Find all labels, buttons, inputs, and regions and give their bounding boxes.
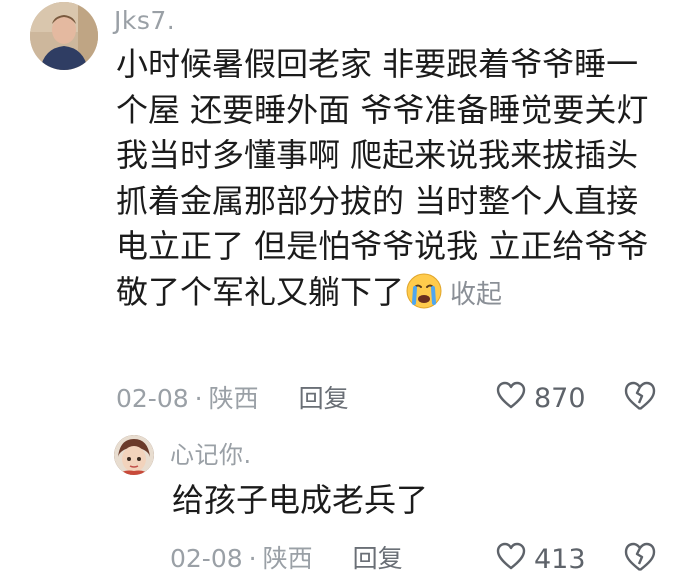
reply-date: 02-08 (170, 544, 243, 573)
reply-like-count: 413 (534, 544, 586, 575)
like-button[interactable]: 870 (496, 381, 586, 416)
comment-username[interactable]: Jks7. (114, 6, 175, 36)
heart-icon (496, 381, 526, 416)
comment-line: 抓着金属那部分拔的 当时整个人直接 (116, 181, 639, 220)
reply-button[interactable]: 回复 (299, 384, 349, 413)
broken-heart-dislike-icon[interactable] (624, 381, 656, 415)
comment-line: 小时候暑假回老家 非要跟着爷爷睡一 (116, 45, 639, 83)
comment-date: 02-08 (116, 384, 189, 413)
like-count: 870 (534, 383, 586, 414)
collapse-button[interactable]: 收起 (450, 280, 502, 310)
comment-meta: 02-08 · 陕西 回复 (116, 384, 349, 414)
separator-dot: · (194, 384, 203, 413)
reply-reply-button[interactable]: 回复 (353, 544, 403, 573)
comment-line: 电立正了 但是怕爷爷说我 立正给爷爷 (116, 227, 649, 265)
comment-line: 我当时多懂事啊 爬起来说我来拔插头 (116, 136, 639, 174)
comment-line: 个屋 还要睡外面 爷爷准备睡觉要关灯 (116, 90, 649, 129)
reply-avatar[interactable] (114, 435, 154, 475)
broken-heart-dislike-icon[interactable] (624, 542, 656, 576)
reply-meta: 02-08 · 陕西 回复 (170, 544, 403, 574)
avatar[interactable] (30, 2, 98, 70)
comment-text: 小时候暑假回老家 非要跟着爷爷睡一 个屋 还要睡外面 爷爷准备睡觉要关灯 我当时… (116, 42, 676, 315)
reply-location: 陕西 (262, 544, 313, 573)
heart-icon (496, 542, 526, 577)
comment-line: 敬了个军礼又躺下了 (116, 272, 405, 311)
reply-like-button[interactable]: 413 (496, 542, 586, 577)
separator-dot: · (248, 544, 257, 573)
reply-text: 给孩子电成老兵了 (172, 481, 429, 519)
comment-location: 陕西 (208, 384, 259, 413)
reply-username[interactable]: 心记你. (170, 440, 252, 470)
comment-last-line: 敬了个军礼又躺下了 收起 (116, 270, 676, 316)
crying-face-emoji-icon (406, 273, 442, 309)
